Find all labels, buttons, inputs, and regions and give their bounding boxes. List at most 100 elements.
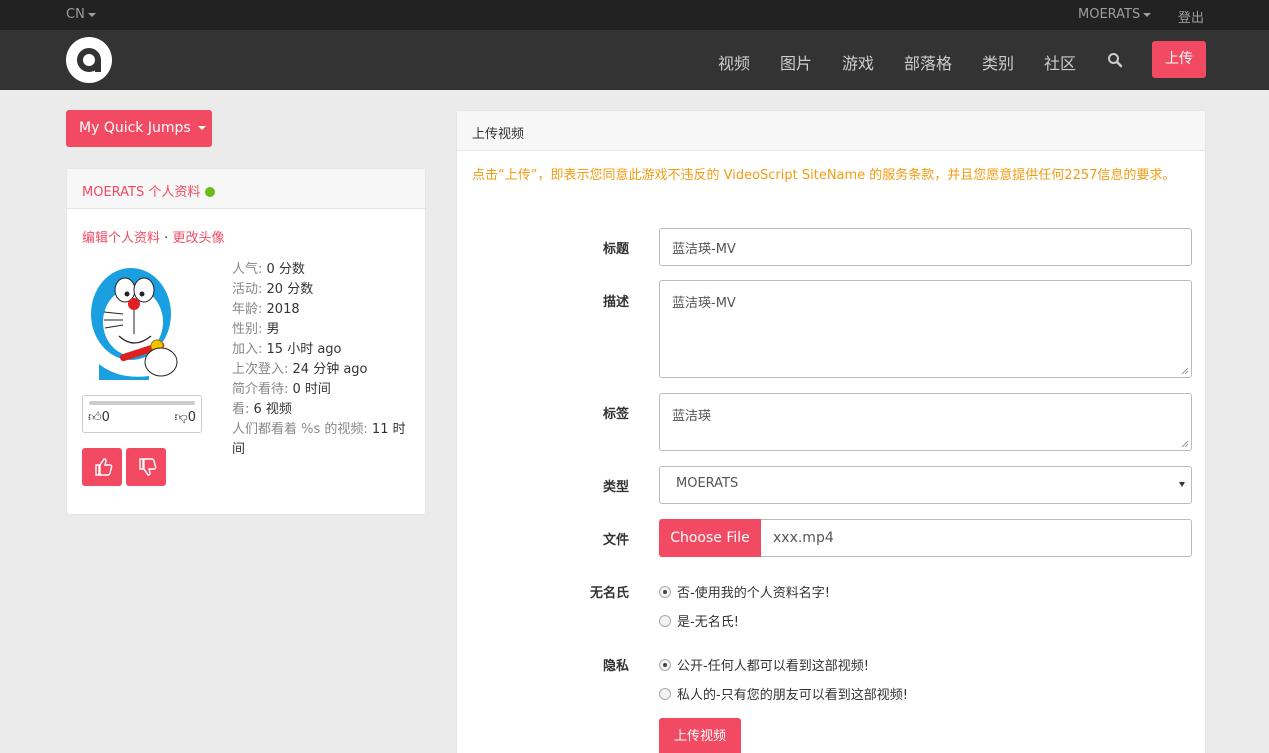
privacy-option-private[interactable]: 私人的-只有您的朋友可以看到这部视频! (659, 684, 908, 703)
radio-checked-icon[interactable] (659, 659, 671, 671)
upload-button[interactable]: 上传 (1152, 41, 1206, 78)
user-dropdown[interactable]: MOERATS (1078, 7, 1152, 22)
dislikes-value: 0 (187, 410, 196, 425)
upload-panel-title: 上传视频 (472, 127, 525, 142)
caret-down-icon (87, 12, 96, 17)
stat-value: 6 视频 (253, 402, 292, 417)
tags-textarea[interactable]: 蓝洁瑛 (659, 393, 1192, 451)
change-avatar-link[interactable]: 更改头像 (172, 231, 224, 246)
privacy-option-public[interactable]: 公开-任何人都可以看到这部视频! (659, 655, 869, 674)
profile-stats: 人气: 0 分数 活动: 20 分数 年龄: 2018 性别: 男 加入: 15… (232, 260, 412, 460)
radio-unchecked-icon[interactable] (659, 688, 671, 700)
stat-video-views: 人们都看着 %s 的视频: 11 时间 (232, 420, 412, 460)
stat-value: 2018 (266, 302, 300, 317)
choose-file-button[interactable]: Choose File (659, 519, 761, 557)
stat-popularity: 人气: 0 分数 (232, 260, 412, 280)
type-label: 类型 (602, 480, 629, 495)
title-input[interactable]: 蓝洁瑛-MV (659, 228, 1192, 266)
stat-profile-views: 简介看待: 0 时间 (232, 380, 412, 400)
radio-unchecked-icon[interactable] (659, 615, 671, 627)
anonymous-option-no[interactable]: 否-使用我的个人资料名字! (659, 582, 830, 601)
like-button[interactable] (82, 448, 122, 486)
anonymous-label: 无名氏 (589, 586, 629, 601)
username-label: MOERATS (1078, 7, 1141, 22)
likes-count: 👍︎0 (88, 410, 110, 425)
stat-label: 人们都看着 %s 的视频: (232, 422, 368, 437)
tags-value: 蓝洁瑛 (672, 409, 712, 424)
anonymous-option-yes-label: 是-无名氏! (677, 615, 739, 630)
quick-jumps-dropdown[interactable]: My Quick Jumps (66, 110, 212, 147)
title-label: 标题 (602, 242, 629, 257)
stat-value: 24 分钟 ago (292, 362, 368, 377)
stat-value: 0 时间 (292, 382, 331, 397)
caret-down-icon (198, 126, 207, 130)
privacy-option-public-label: 公开-任何人都可以看到这部视频! (677, 659, 869, 674)
anonymous-option-yes[interactable]: 是-无名氏! (659, 611, 739, 630)
stat-label: 看: (232, 402, 250, 417)
stat-last-login: 上次登入: 24 分钟 ago (232, 360, 412, 380)
select-arrow-icon (1179, 482, 1185, 487)
nav-item-community[interactable]: 社区 (1044, 50, 1076, 74)
type-select[interactable]: MOERATS (659, 466, 1192, 504)
nav-item-videos[interactable]: 视频 (718, 50, 750, 74)
upload-video-submit-button[interactable]: 上传视频 (659, 718, 741, 753)
quick-jumps-label: My Quick Jumps (79, 120, 191, 136)
stat-value: 0 分数 (266, 262, 305, 277)
logo-mark-tail (95, 59, 101, 72)
stat-label: 上次登入: (232, 362, 289, 377)
stat-joined: 加入: 15 小时 ago (232, 340, 412, 360)
nav-item-photos[interactable]: 图片 (780, 50, 812, 74)
anonymous-option-no-label: 否-使用我的个人资料名字! (677, 586, 830, 601)
stat-gender: 性别: 男 (232, 320, 412, 340)
stat-videos-watched: 看: 6 视频 (232, 400, 412, 420)
upload-video-panel: 上传视频 点击“上传”，即表示您同意此游戏不违反的 VideoScript Si… (456, 110, 1206, 753)
nav-item-games[interactable]: 游戏 (842, 50, 874, 74)
stat-label: 加入: (232, 342, 263, 357)
language-label: CN (66, 7, 85, 22)
site-logo[interactable] (66, 37, 112, 83)
edit-profile-link[interactable]: 编辑个人资料 (82, 231, 160, 246)
link-separator: · (164, 231, 169, 246)
description-value: 蓝洁瑛-MV (672, 296, 736, 311)
stat-value: 20 分数 (266, 282, 314, 297)
stat-value: 男 (266, 322, 280, 337)
type-selected-value: MOERATS (676, 476, 739, 491)
thumbs-down-icon (139, 458, 157, 476)
stat-label: 年龄: (232, 302, 263, 317)
resize-grip-icon[interactable] (1181, 440, 1189, 448)
vote-summary: 👍︎0 👎︎0 (82, 395, 202, 433)
stat-label: 简介看待: (232, 382, 289, 397)
description-label: 描述 (602, 295, 629, 310)
thumbs-up-icon (95, 458, 113, 476)
language-dropdown[interactable]: CN (66, 7, 96, 22)
logout-link[interactable]: 登出 (1178, 7, 1204, 26)
stat-label: 性别: (232, 322, 263, 337)
profile-panel: MOERATS 个人资料 编辑个人资料 · 更改头像 👍︎0 👎︎0 人气: 0… (66, 168, 426, 515)
likes-value: 0 (101, 410, 110, 425)
profile-panel-header: MOERATS 个人资料 (67, 169, 425, 209)
terms-notice: 点击“上传”，即表示您同意此游戏不违反的 VideoScript SiteNam… (472, 168, 1176, 183)
caret-down-icon (1143, 12, 1152, 17)
nav-item-categories[interactable]: 类别 (982, 50, 1014, 74)
main-navbar: 视频 图片 游戏 部落格 类别 社区 上传 (0, 30, 1269, 90)
dislike-button[interactable] (126, 448, 166, 486)
stat-label: 人气: (232, 262, 263, 277)
stat-activity: 活动: 20 分数 (232, 280, 412, 300)
user-avatar[interactable] (89, 264, 179, 380)
online-status-icon (205, 187, 216, 197)
dislikes-count: 👎︎0 (175, 410, 196, 425)
privacy-label: 隐私 (602, 659, 629, 674)
vote-ratio-bar (89, 401, 195, 405)
file-label: 文件 (602, 533, 629, 548)
stat-value: 15 小时 ago (266, 342, 342, 357)
profile-title[interactable]: MOERATS 个人资料 (82, 185, 200, 200)
search-icon[interactable] (1107, 52, 1123, 68)
thumbs-up-outline-icon: 👍︎ (88, 410, 102, 425)
upload-panel-header: 上传视频 (457, 111, 1205, 151)
radio-checked-icon[interactable] (659, 586, 671, 598)
stat-label: 活动: (232, 282, 263, 297)
resize-grip-icon[interactable] (1181, 367, 1189, 375)
file-name-display[interactable]: xxx.mp4 (761, 519, 1192, 557)
description-textarea[interactable]: 蓝洁瑛-MV (659, 280, 1192, 378)
nav-item-blogs[interactable]: 部落格 (904, 50, 952, 74)
